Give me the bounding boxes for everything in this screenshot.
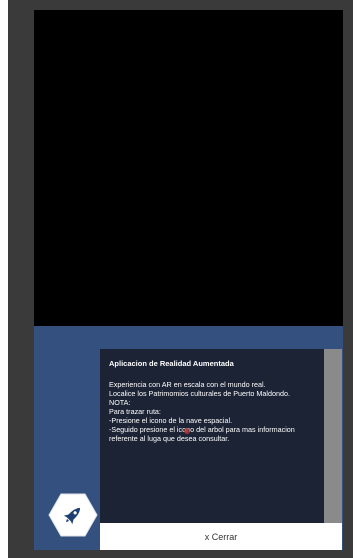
info-dialog: Aplicacion de Realidad Aumentada Experie… [100,349,324,523]
red-marker [184,428,190,434]
dialog-body: Experiencia con AR en escala con el mund… [109,380,316,443]
dialog-scrollbar[interactable] [324,349,342,523]
dialog-body-text: Experiencia con AR en escala con el mund… [109,380,295,443]
rocket-button[interactable] [48,493,98,537]
dialog-title: Aplicacion de Realidad Aumentada [109,359,234,368]
close-button[interactable]: x Cerrar [100,523,342,550]
ar-camera-view[interactable] [34,10,343,326]
